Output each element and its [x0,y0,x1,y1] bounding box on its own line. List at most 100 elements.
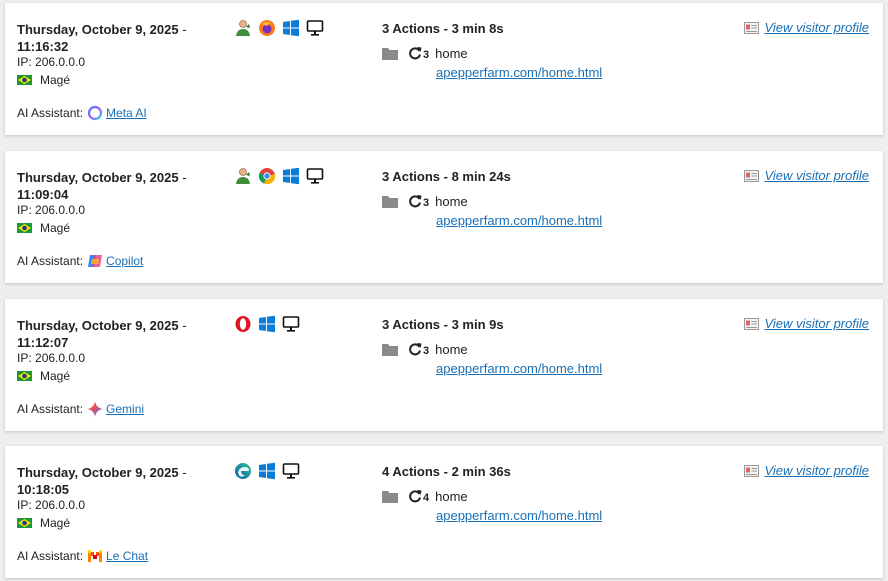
ip-value: 206.0.0.0 [35,498,86,512]
desktop-icon [282,463,300,479]
brazil-flag-icon [17,75,32,85]
visitor-profile-icon [744,21,760,34]
visitor-device-icons [234,315,300,333]
windows-icon [259,315,275,333]
folder-icon [382,47,398,60]
ai-assistant-link[interactable]: Copilot [106,254,143,268]
returning-visitor-icon [236,168,250,184]
desktop-icon [306,20,324,36]
page-url-link[interactable]: apepperfarm.com/home.html [436,65,602,80]
visit-datetime: Thursday, October 9, 2025 - 11:16:32 [17,21,222,55]
windows-icon [283,19,299,37]
view-visitor-profile-link[interactable]: View visitor profile [764,316,869,331]
ip-label: IP: [17,55,32,69]
meta-ai-icon [87,105,103,121]
visitor-device-icons [234,19,324,37]
visitor-ip: IP: 206.0.0.0 [17,498,85,512]
page-view-count: 3 [423,49,430,61]
actions-summary: 3 Actions - 8 min 24s [382,169,511,184]
ip-value: 206.0.0.0 [35,55,86,69]
city-name: Magé [40,516,71,530]
visitor-location: Magé [17,516,70,530]
date-separator: - [182,465,187,480]
ip-label: IP: [17,203,32,217]
page-url-link[interactable]: apepperfarm.com/home.html [436,508,602,523]
folder-icon [382,490,398,503]
ip-label: IP: [17,351,32,365]
folder-icon [382,195,398,208]
page-visit-row: 3 home [382,193,468,209]
date-separator: - [182,170,187,185]
visitor-profile: View visitor profile [744,463,869,478]
ai-assistant-label: AI Assistant: [17,254,84,268]
page-title: home [435,193,468,209]
city-name: Magé [40,221,71,235]
date-separator: - [182,318,187,333]
page-visit-row: 3 home [382,45,468,61]
visit-date: Thursday, October 9, 2025 [17,465,179,480]
reload-icon [409,195,422,208]
visit-datetime: Thursday, October 9, 2025 - 11:09:04 [17,169,222,203]
desktop-icon [282,316,300,332]
windows-icon [283,167,299,185]
gemini-icon [87,401,104,417]
visitor-profile: View visitor profile [744,20,869,35]
visit-date: Thursday, October 9, 2025 [17,170,179,185]
returning-visitor-icon [236,20,250,36]
ai-assistant-row: AI Assistant: Le Chat [17,548,148,564]
actions-summary: 3 Actions - 3 min 9s [382,317,504,332]
page-visit-row: 3 home [382,341,468,357]
page-visit-row: 4 home [382,488,468,504]
page-url-link[interactable]: apepperfarm.com/home.html [436,361,602,376]
view-visitor-profile-link[interactable]: View visitor profile [764,463,869,478]
page-title: home [435,45,468,61]
visit-card: Thursday, October 9, 2025 - 11:12:07 IP: … [5,299,883,431]
visit-card: Thursday, October 9, 2025 - 10:18:05 IP: … [5,446,883,578]
ip-value: 206.0.0.0 [35,203,86,217]
firefox-icon [259,20,275,36]
ai-assistant-label: AI Assistant: [17,402,84,416]
visitor-device-icons [234,462,300,480]
actions-summary: 4 Actions - 2 min 36s [382,464,511,479]
city-name: Magé [40,369,71,383]
visit-time: 11:09:04 [17,187,69,202]
visitor-device-icons [234,167,324,185]
visitor-profile-icon [744,464,760,477]
edge-icon [235,463,251,479]
date-separator: - [182,22,187,37]
ai-assistant-row: AI Assistant: Copilot [17,253,143,269]
ai-assistant-link[interactable]: Meta AI [106,106,147,120]
ai-assistant-row: AI Assistant: Meta AI [17,105,147,121]
visit-time: 11:12:07 [17,335,69,350]
page-url-link[interactable]: apepperfarm.com/home.html [436,213,602,228]
copilot-icon [88,255,103,267]
desktop-icon [306,168,324,184]
view-visitor-profile-link[interactable]: View visitor profile [764,20,869,35]
le-chat-icon [88,550,103,562]
page-view-count: 4 [423,492,430,504]
actions-summary: 3 Actions - 3 min 8s [382,21,504,36]
visitor-profile: View visitor profile [744,168,869,183]
reload-icon [409,343,422,356]
city-name: Magé [40,73,71,87]
ai-assistant-link[interactable]: Le Chat [106,549,148,563]
ip-label: IP: [17,498,32,512]
visit-card: Thursday, October 9, 2025 - 11:09:04 IP: … [5,151,883,283]
visitor-ip: IP: 206.0.0.0 [17,55,85,69]
visitor-location: Magé [17,369,70,383]
visit-date: Thursday, October 9, 2025 [17,318,179,333]
brazil-flag-icon [17,518,32,528]
ai-assistant-link[interactable]: Gemini [106,402,144,416]
visitor-profile: View visitor profile [744,316,869,331]
brazil-flag-icon [17,223,32,233]
visitor-profile-icon [744,317,760,330]
opera-icon [235,316,251,332]
brazil-flag-icon [17,371,32,381]
visitor-ip: IP: 206.0.0.0 [17,351,85,365]
ai-assistant-label: AI Assistant: [17,549,84,563]
page-title: home [435,488,468,504]
visitor-location: Magé [17,73,70,87]
reload-icon [409,490,422,503]
view-visitor-profile-link[interactable]: View visitor profile [764,168,869,183]
visit-card: Thursday, October 9, 2025 - 11:16:32 IP: … [5,3,883,135]
